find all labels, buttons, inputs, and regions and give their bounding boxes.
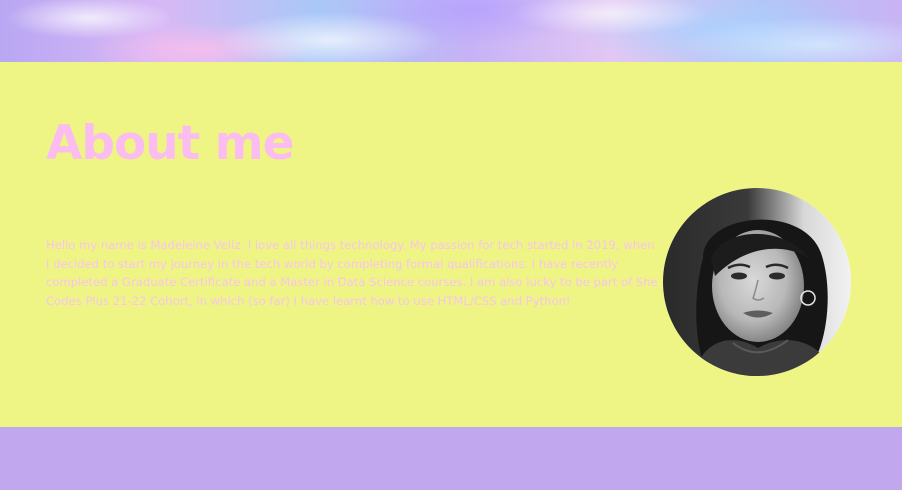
page: About me Hello my name is Madeleine Veli… <box>0 0 902 490</box>
about-paragraph: Hello my name is Madeleine Veliz. I love… <box>46 238 658 308</box>
about-title: About me <box>46 116 294 171</box>
portrait-image <box>663 188 851 376</box>
bottom-band <box>0 427 902 490</box>
holographic-banner-image <box>0 0 902 62</box>
profile-photo <box>663 188 851 376</box>
about-section: About me Hello my name is Madeleine Veli… <box>0 62 902 427</box>
